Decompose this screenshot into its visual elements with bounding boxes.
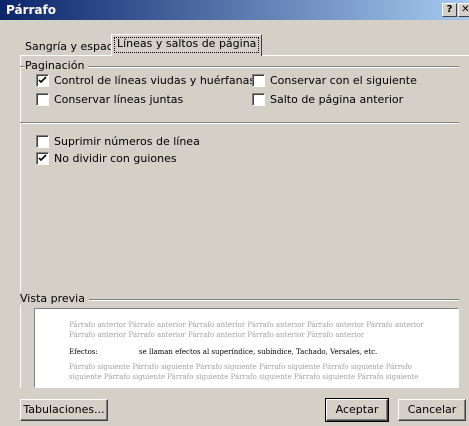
pagination-label: Paginación — [25, 59, 89, 72]
preview-effects-label: Efectos: — [69, 348, 98, 356]
tab-label: Sangría y espacio — [25, 40, 123, 53]
checkbox-box — [252, 93, 265, 106]
checkbox-label: Control de líneas viudas y huérfanas — [54, 74, 256, 87]
checkbox-label: Salto de página anterior — [270, 93, 404, 106]
cancel-button[interactable]: Cancelar — [398, 399, 466, 421]
keep-lines-together-checkbox[interactable]: Conservar líneas juntas — [36, 93, 183, 106]
check-icon — [38, 154, 47, 162]
checkbox-box — [36, 135, 49, 148]
checkbox-box — [36, 152, 49, 165]
preview-next-line: Párrafo siguiente Párrafo siguiente Párr… — [69, 363, 413, 371]
help-button[interactable]: ? — [442, 3, 457, 17]
preview-previous-line: Párrafo anterior Párrafo anterior Párraf… — [69, 321, 424, 329]
preview-effects-text: se llaman efectos al superíndice, subínd… — [139, 348, 378, 356]
checkbox-box — [36, 74, 49, 87]
title-bar: Párrafo — [0, 0, 469, 20]
checkbox-label: Conservar con el siguiente — [270, 74, 417, 87]
widow-orphan-control-checkbox[interactable]: Control de líneas viudas y huérfanas — [36, 74, 255, 87]
close-button[interactable]: ✕ — [458, 3, 469, 17]
ok-button[interactable]: Aceptar — [325, 398, 389, 422]
tabs-button[interactable]: Tabulaciones... — [20, 399, 108, 421]
paragraph-dialog: Párrafo ? ✕ Sangría y espacio Líneas y s… — [0, 0, 469, 426]
checkbox-label: Conservar líneas juntas — [54, 93, 184, 106]
checkbox-box — [252, 74, 265, 87]
section-divider — [20, 122, 459, 124]
tab-line-page-breaks[interactable]: Líneas y saltos de página — [111, 34, 263, 56]
window-title: Párrafo — [6, 3, 56, 17]
preview-box: Párrafo anterior Párrafo anterior Párraf… — [34, 308, 459, 388]
suppress-line-numbers-checkbox[interactable]: Suprimir números de línea — [36, 135, 200, 148]
checkbox-label: Suprimir números de línea — [54, 135, 200, 148]
check-icon — [38, 76, 47, 84]
checkbox-label: No dividir con guiones — [54, 152, 177, 165]
tab-label: Líneas y saltos de página — [117, 37, 257, 50]
checkbox-box — [36, 93, 49, 106]
page-break-before-checkbox[interactable]: Salto de página anterior — [252, 93, 403, 106]
preview-next-line: siguiente Párrafo siguiente Párrafo sigu… — [69, 373, 419, 381]
preview-previous-line: Párrafo anterior Párrafo anterior Párraf… — [69, 331, 365, 339]
dont-hyphenate-checkbox[interactable]: No dividir con guiones — [36, 152, 177, 165]
keep-with-next-checkbox[interactable]: Conservar con el siguiente — [252, 74, 417, 87]
preview-label: Vista previa — [20, 292, 89, 305]
